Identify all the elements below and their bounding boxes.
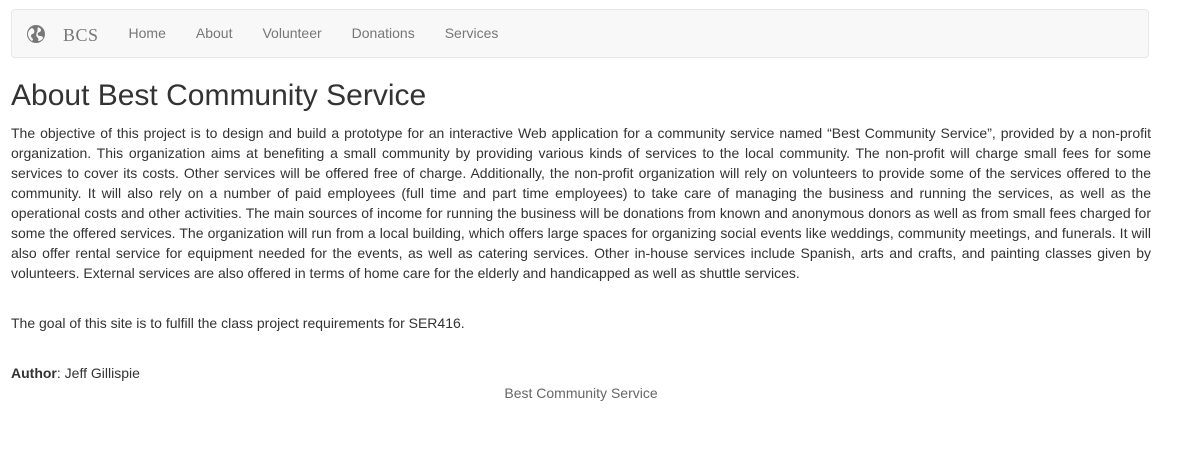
nav-link-about[interactable]: About [181, 9, 248, 58]
nav-link-donations[interactable]: Donations [337, 9, 430, 58]
brand-link[interactable]: BCS [26, 10, 99, 57]
goal-paragraph: The goal of this site is to fulfill the … [11, 315, 465, 331]
author-label: Author [11, 365, 57, 381]
intro-paragraph: The objective of this project is to desi… [11, 125, 1151, 281]
globe-icon [26, 24, 46, 44]
brand-text: BCS [63, 25, 99, 45]
nav-link-home[interactable]: Home [114, 9, 181, 58]
nav-links: Home About Volunteer Donations Services [114, 10, 514, 57]
nav-link-volunteer[interactable]: Volunteer [247, 9, 336, 58]
author-line: Author: Jeff Gillispie [11, 363, 140, 383]
navbar: BCS Home About Volunteer Donations Servi… [11, 9, 1149, 58]
page-title: About Best Community Service [11, 79, 427, 112]
footer-text: Best Community Service [504, 385, 658, 401]
author-name: : Jeff Gillispie [56, 365, 140, 381]
nav-link-services[interactable]: Services [430, 9, 514, 58]
